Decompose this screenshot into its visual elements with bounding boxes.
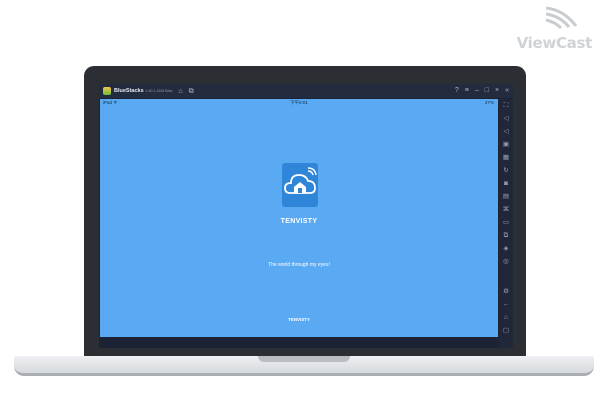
minimize-icon[interactable]: –	[475, 86, 479, 96]
app-tagline: The world through my eyes!	[268, 262, 330, 268]
menu-icon[interactable]: ≡	[465, 86, 469, 96]
help-icon[interactable]: ?	[455, 86, 459, 96]
layers-icon[interactable]: ◈	[499, 244, 513, 254]
status-time: 下午6:01	[290, 100, 308, 105]
maximize-icon[interactable]: □	[485, 86, 489, 96]
home-icon[interactable]: ⌂	[499, 313, 513, 323]
close-icon[interactable]: ×	[495, 86, 499, 96]
bluestacks-logo-icon	[103, 87, 111, 95]
volume-up-icon[interactable]: ◁	[499, 114, 513, 124]
collapse-sidebar-icon[interactable]: «	[505, 86, 509, 96]
settings-icon[interactable]: ⚙	[499, 287, 513, 297]
app-version: 4.60.1.1008 Beta	[145, 89, 173, 93]
video-icon[interactable]: ▣	[499, 140, 513, 150]
rotate-icon[interactable]: ↻	[499, 166, 513, 176]
recents-icon[interactable]: ▢	[499, 326, 513, 336]
watermark-text: ViewCast	[516, 34, 593, 52]
bluestacks-titlebar: BlueStacks 4.60.1.1008 Beta ⌂ ⧉ ? ≡ – □ …	[99, 84, 513, 98]
bluestacks-sidebar: ⛶ ◁ ◁ ▣ ▦ ↻ ◙ ▤ ⌘ ▭ ⧉ ◈ ◎ ⚙ ← ⌂ ▢	[499, 99, 513, 348]
app-footer-name: TENVISTY	[287, 317, 310, 322]
location-icon[interactable]: ◎	[499, 257, 513, 267]
multi-instance-icon[interactable]: ⧉	[189, 88, 194, 95]
app-title: BlueStacks	[114, 88, 144, 94]
laptop-notch	[258, 356, 350, 362]
home-icon[interactable]: ⌂	[178, 88, 182, 95]
multi-window-icon[interactable]: ⌘	[499, 205, 513, 215]
viewcast-watermark: ViewCast	[502, 6, 593, 52]
fullscreen-icon[interactable]: ⛶	[499, 101, 513, 111]
copy-icon[interactable]: ⧉	[499, 231, 513, 241]
broadcast-waves-icon	[545, 6, 578, 30]
back-icon[interactable]: ←	[499, 300, 513, 310]
screen-bottom-strip	[99, 337, 499, 348]
volume-down-icon[interactable]: ◁	[499, 127, 513, 137]
tenvisty-logo-icon	[282, 163, 318, 207]
status-battery: 27%	[484, 100, 494, 105]
folder-icon[interactable]: ▭	[499, 218, 513, 228]
keyboard-icon[interactable]: ▦	[499, 153, 513, 163]
screenshot-icon[interactable]: ▤	[499, 192, 513, 202]
app-name: TENVISTY	[280, 218, 318, 225]
app-splash-screen: iPad ᯤ 下午6:01 27% TENVISTY The world thr…	[100, 99, 498, 337]
ios-status-bar: iPad ᯤ 下午6:01 27%	[100, 99, 498, 107]
laptop-screen: BlueStacks 4.60.1.1008 Beta ⌂ ⧉ ? ≡ – □ …	[99, 84, 513, 348]
camera-icon[interactable]: ◙	[499, 179, 513, 189]
